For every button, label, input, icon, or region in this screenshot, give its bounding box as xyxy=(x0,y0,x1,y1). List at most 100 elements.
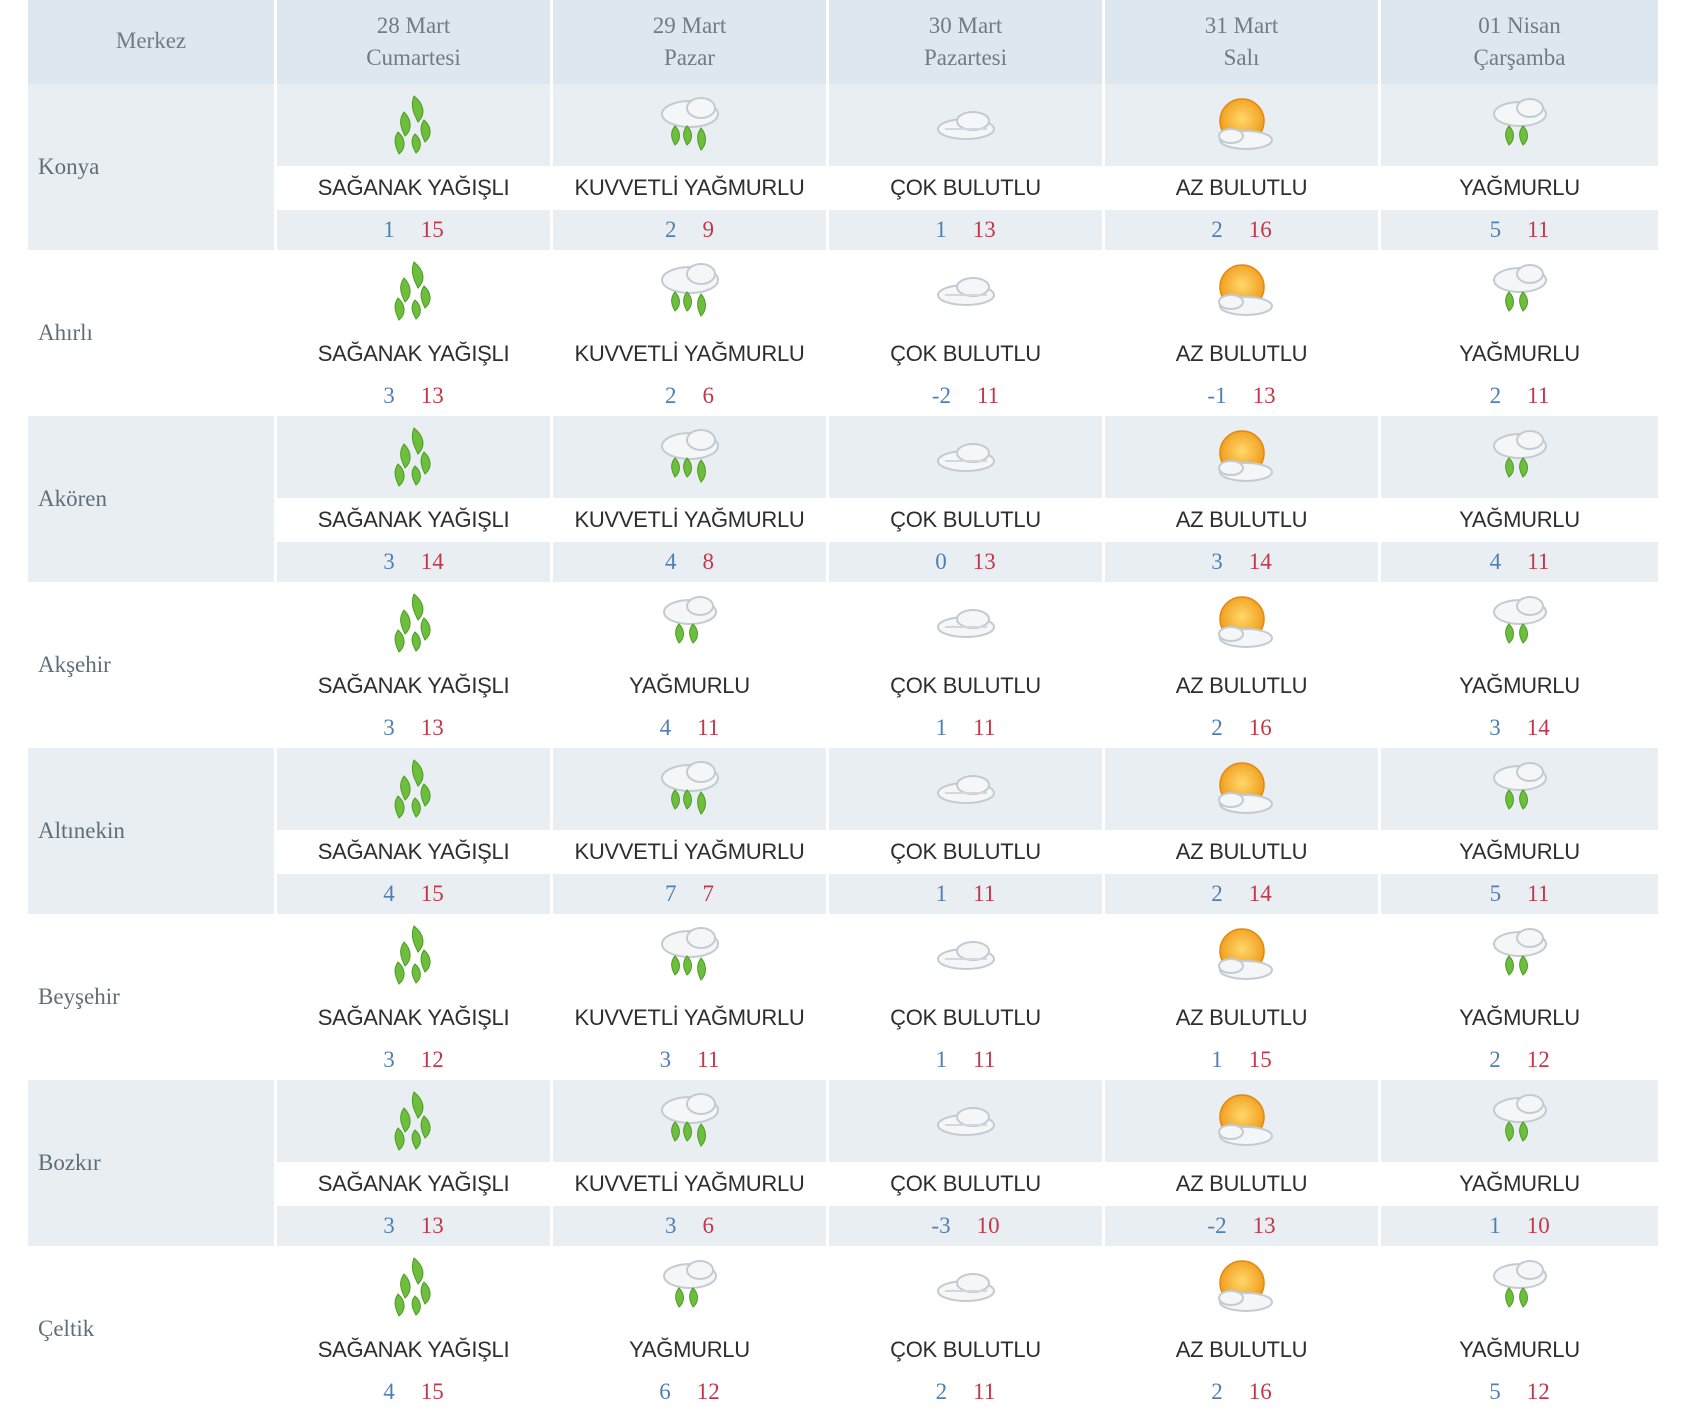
weather-description: ÇOK BULUTLU xyxy=(829,332,1102,376)
table-row: Beyşehir SAĞANAK YAĞIŞLI 3 12 KUVVETLİ YAĞMU… xyxy=(28,914,1658,1080)
max-temp: 10 xyxy=(1526,1213,1550,1238)
max-temp: 13 xyxy=(420,383,444,408)
min-temp: 7 xyxy=(665,881,677,906)
weather-description: AZ BULUTLU xyxy=(1105,1162,1378,1206)
forecast-cell: KUVVETLİ YAĞMURLU 2 9 xyxy=(550,84,826,250)
city-label: Bozkır xyxy=(38,1150,101,1175)
min-temp: 2 xyxy=(1211,881,1223,906)
min-temp: 3 xyxy=(383,1047,395,1072)
overcast-cloud-icon xyxy=(829,84,1102,166)
sun-cloud-icon xyxy=(1105,914,1378,996)
forecast-cell: YAĞMURLU 4 11 xyxy=(1378,416,1658,582)
weather-description: SAĞANAK YAĞIŞLI xyxy=(277,996,550,1040)
day-date: 29 Mart xyxy=(652,13,727,38)
forecast-table: Merkez 28 Mart Cumartesi 29 Mart Pazar 3… xyxy=(28,0,1658,1412)
cloud-strong-rain-icon xyxy=(553,1080,826,1162)
temperature-range: -2 11 xyxy=(829,376,1102,416)
city-label: Çeltik xyxy=(38,1316,95,1341)
weather-description: SAĞANAK YAĞIŞLI xyxy=(277,1162,550,1206)
day-header-1: 28 Mart Cumartesi xyxy=(274,0,550,84)
sun-cloud-icon xyxy=(1105,416,1378,498)
min-temp: -3 xyxy=(931,1213,951,1238)
heavy-rain-icon xyxy=(277,1246,550,1328)
weather-description: YAĞMURLU xyxy=(1381,1328,1658,1372)
weather-description: YAĞMURLU xyxy=(1381,1162,1658,1206)
forecast-cell: YAĞMURLU 5 11 xyxy=(1378,84,1658,250)
min-temp: 4 xyxy=(383,1379,395,1404)
max-temp: 15 xyxy=(1248,1047,1272,1072)
temperature-range: 3 14 xyxy=(277,542,550,582)
min-temp: -2 xyxy=(931,383,951,408)
day-weekday: Pazartesi xyxy=(923,45,1007,70)
city-name: Beyşehir xyxy=(28,914,274,1080)
min-temp: 5 xyxy=(1489,881,1502,906)
overcast-cloud-icon xyxy=(829,914,1102,996)
max-temp: 11 xyxy=(697,1047,720,1072)
temperature-range: 4 15 xyxy=(277,1372,550,1412)
weather-description: AZ BULUTLU xyxy=(1105,498,1378,542)
min-temp: 3 xyxy=(383,383,395,408)
forecast-cell: AZ BULUTLU 2 16 xyxy=(1102,1246,1378,1412)
temperature-range: -2 13 xyxy=(1105,1206,1378,1246)
cloud-strong-rain-icon xyxy=(553,748,826,830)
cloud-rain-icon xyxy=(553,1246,826,1328)
city-name: Altınekin xyxy=(28,748,274,914)
weather-description: AZ BULUTLU xyxy=(1105,1328,1378,1372)
max-temp: 6 xyxy=(702,1213,715,1238)
min-temp: 6 xyxy=(659,1379,671,1404)
temperature-range: 4 11 xyxy=(1381,542,1658,582)
forecast-cell: KUVVETLİ YAĞMURLU 7 7 xyxy=(550,748,826,914)
city-name: Bozkır xyxy=(28,1080,274,1246)
temperature-range: 1 10 xyxy=(1381,1206,1658,1246)
cloud-rain-icon xyxy=(1381,416,1658,498)
forecast-cell: KUVVETLİ YAĞMURLU 4 8 xyxy=(550,416,826,582)
forecast-cell: YAĞMURLU 1 10 xyxy=(1378,1080,1658,1246)
max-temp: 11 xyxy=(1527,383,1550,408)
forecast-cell: AZ BULUTLU 2 16 xyxy=(1102,582,1378,748)
max-temp: 15 xyxy=(420,881,444,906)
forecast-cell: SAĞANAK YAĞIŞLI 3 13 xyxy=(274,582,550,748)
day-date: 01 Nisan xyxy=(1478,13,1561,38)
weather-description: KUVVETLİ YAĞMURLU xyxy=(553,166,826,210)
day-header-5: 01 Nisan Çarşamba xyxy=(1378,0,1658,84)
day-date: 31 Mart xyxy=(1204,13,1279,38)
temperature-range: 2 11 xyxy=(1381,376,1658,416)
min-temp: 5 xyxy=(1489,1379,1501,1404)
sun-cloud-icon xyxy=(1105,1080,1378,1162)
heavy-rain-icon xyxy=(277,84,550,166)
city-name: Ahırlı xyxy=(28,250,274,416)
temperature-range: 5 11 xyxy=(1381,210,1658,250)
forecast-cell: KUVVETLİ YAĞMURLU 3 11 xyxy=(550,914,826,1080)
city-name: Çeltik xyxy=(28,1246,274,1412)
temperature-range: 1 15 xyxy=(277,210,550,250)
day-header-4: 31 Mart Salı xyxy=(1102,0,1378,84)
temperature-range: 3 13 xyxy=(277,708,550,748)
temperature-range: 3 11 xyxy=(553,1040,826,1080)
corner-label: Merkez xyxy=(115,28,187,53)
weather-description: SAĞANAK YAĞIŞLI xyxy=(277,498,550,542)
max-temp: 11 xyxy=(1527,217,1550,242)
weather-description: ÇOK BULUTLU xyxy=(829,498,1102,542)
min-temp: 3 xyxy=(1489,715,1501,740)
forecast-cell: SAĞANAK YAĞIŞLI 4 15 xyxy=(274,748,550,914)
city-label: Akşehir xyxy=(38,652,111,677)
table-row: Çeltik SAĞANAK YAĞIŞLI 4 15 YAĞMURLU 6 12 ÇOK B… xyxy=(28,1246,1658,1412)
forecast-cell: SAĞANAK YAĞIŞLI 4 15 xyxy=(274,1246,550,1412)
max-temp: 14 xyxy=(1248,549,1272,574)
weather-description: AZ BULUTLU xyxy=(1105,996,1378,1040)
forecast-cell: ÇOK BULUTLU -3 10 xyxy=(826,1080,1102,1246)
min-temp: 1 xyxy=(935,715,948,740)
min-temp: 4 xyxy=(659,715,672,740)
max-temp: 8 xyxy=(702,549,715,574)
forecast-cell: SAĞANAK YAĞIŞLI 3 14 xyxy=(274,416,550,582)
cloud-rain-icon xyxy=(1381,914,1658,996)
min-temp: 1 xyxy=(935,1047,948,1072)
temperature-range: 2 11 xyxy=(829,1372,1102,1412)
min-temp: 3 xyxy=(383,549,395,574)
cloud-strong-rain-icon xyxy=(553,416,826,498)
sun-cloud-icon xyxy=(1105,250,1378,332)
min-temp: 2 xyxy=(665,217,677,242)
max-temp: 13 xyxy=(420,1213,444,1238)
table-row: Altınekin SAĞANAK YAĞIŞLI 4 15 KUVVETLİ YAĞM… xyxy=(28,748,1658,914)
cloud-rain-icon xyxy=(1381,1246,1658,1328)
